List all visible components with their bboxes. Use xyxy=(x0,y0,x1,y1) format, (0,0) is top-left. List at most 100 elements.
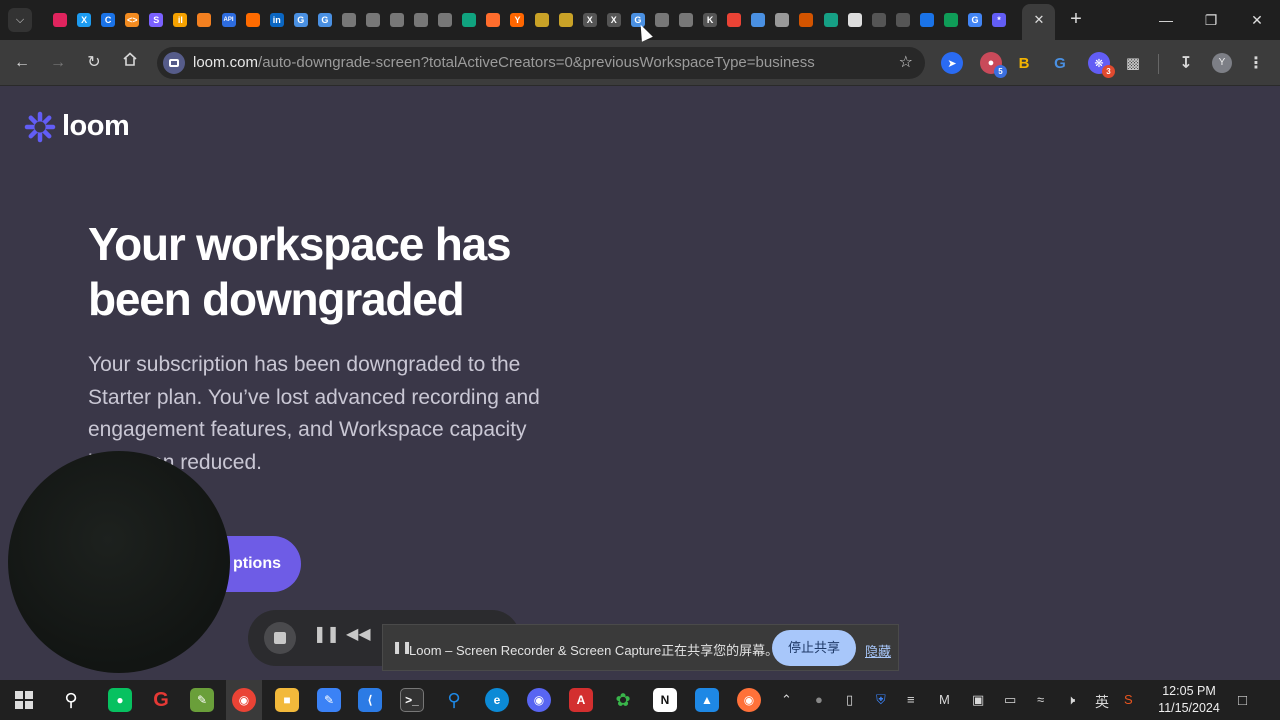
pinned-tab[interactable]: Y xyxy=(505,8,529,32)
stop-sharing-button[interactable]: 停止共享 xyxy=(772,630,856,666)
wifi-icon[interactable]: ≈ xyxy=(1037,692,1044,707)
pinned-tab[interactable]: * xyxy=(987,8,1011,32)
ime-indicator[interactable]: 英 xyxy=(1095,692,1109,712)
notion-icon[interactable]: N xyxy=(653,688,677,712)
extension-b-icon[interactable]: B xyxy=(1013,52,1035,74)
sogou-input-icon[interactable]: S xyxy=(1124,692,1133,707)
pinned-tab[interactable] xyxy=(385,8,409,32)
download-icon[interactable]: ↧ xyxy=(1175,52,1197,74)
pinned-tab[interactable] xyxy=(891,8,915,32)
pinned-tab[interactable] xyxy=(530,8,554,32)
windows-start-icon[interactable] xyxy=(12,688,36,712)
app-blue-icon[interactable]: ▲ xyxy=(695,688,719,712)
pinned-tab[interactable] xyxy=(241,8,265,32)
acrobat-icon[interactable]: A xyxy=(569,688,593,712)
pinned-tab[interactable] xyxy=(746,8,770,32)
loom-logo[interactable]: loom xyxy=(24,110,130,143)
search-app-icon[interactable]: ⚲ xyxy=(442,688,466,712)
address-bar[interactable]: loom.com/auto-downgrade-screen?totalActi… xyxy=(157,47,925,79)
pinned-tab[interactable] xyxy=(409,8,433,32)
pinned-tab[interactable]: C xyxy=(96,8,120,32)
vscode-icon[interactable]: ⟨ xyxy=(358,688,382,712)
pinned-tab[interactable] xyxy=(361,8,385,32)
screen-capture-icon[interactable]: ▣ xyxy=(972,692,984,708)
shield-icon[interactable]: ⛨ xyxy=(876,692,886,708)
settings-sliders-icon[interactable]: ≡ xyxy=(907,692,915,707)
pinned-tab[interactable] xyxy=(939,8,963,32)
new-tab-button[interactable]: + xyxy=(1064,8,1088,32)
pinned-tab[interactable] xyxy=(843,8,867,32)
site-info-icon[interactable] xyxy=(163,52,185,74)
pinned-tab[interactable] xyxy=(554,8,578,32)
pinned-tab[interactable]: X xyxy=(602,8,626,32)
pinned-tab[interactable]: G xyxy=(289,8,313,32)
search-icon[interactable]: ⚲ xyxy=(59,688,83,712)
firefox-icon[interactable]: ◉ xyxy=(737,688,761,712)
extension-compass-icon[interactable]: ➤ xyxy=(941,52,963,74)
pinned-tab[interactable] xyxy=(819,8,843,32)
battery-icon[interactable]: ▭ xyxy=(1004,692,1016,708)
minimize-button[interactable]: — xyxy=(1146,6,1186,34)
tray-chevron-up-icon[interactable]: ⌃ xyxy=(781,692,792,708)
reload-button[interactable]: ↻ xyxy=(82,51,106,75)
phone-icon[interactable]: ▯ xyxy=(846,692,853,708)
pinned-tab[interactable]: X xyxy=(72,8,96,32)
pinned-tab[interactable] xyxy=(915,8,939,32)
active-tab-loom[interactable]: ✕ xyxy=(1022,4,1055,40)
back-button[interactable]: ← xyxy=(10,51,34,75)
pinned-tab[interactable] xyxy=(650,8,674,32)
notification-icon[interactable]: □ xyxy=(1238,692,1247,709)
pinned-tab[interactable] xyxy=(481,8,505,32)
app-notepad-icon[interactable]: ✎ xyxy=(190,688,214,712)
bookmark-star-icon[interactable]: ☆ xyxy=(899,52,913,72)
pause-recording-button[interactable]: ❚❚ xyxy=(313,624,340,644)
edge-icon[interactable]: e xyxy=(485,688,509,712)
pinned-tab[interactable] xyxy=(674,8,698,32)
pinned-tab[interactable]: il xyxy=(168,8,192,32)
notes-icon[interactable]: ✎ xyxy=(317,688,341,712)
pinned-tab[interactable]: G xyxy=(313,8,337,32)
app-m-icon[interactable]: M xyxy=(939,692,950,707)
menu-kebab-icon[interactable]: ⋮ xyxy=(1245,52,1267,74)
taskbar-clock[interactable]: 12:05 PM 11/15/2024 xyxy=(1150,683,1228,717)
home-button[interactable] xyxy=(118,51,142,75)
chrome-taskbar-icon[interactable]: ◉ xyxy=(232,688,256,712)
tab-search-button[interactable]: ⌵ xyxy=(8,8,32,32)
pinned-tab[interactable] xyxy=(770,8,794,32)
mic-icon[interactable]: ● xyxy=(815,692,823,707)
pinned-tab[interactable]: in xyxy=(265,8,289,32)
pinned-tab[interactable] xyxy=(337,8,361,32)
pinned-tab[interactable] xyxy=(457,8,481,32)
volume-muted-icon[interactable]: 🕨 xyxy=(1067,692,1075,708)
pinned-tab[interactable]: API xyxy=(217,8,241,32)
forward-button[interactable]: → xyxy=(46,51,70,75)
pinned-tab[interactable] xyxy=(794,8,818,32)
pinned-tab[interactable]: X xyxy=(578,8,602,32)
camera-bubble[interactable] xyxy=(8,451,230,673)
extension-chat-icon[interactable]: ● 5 xyxy=(980,52,1007,78)
window-close-button[interactable]: ✕ xyxy=(1237,6,1277,34)
app-leaf-icon[interactable]: ✿ xyxy=(611,688,635,712)
pinned-tab[interactable] xyxy=(48,8,72,32)
pinned-tab[interactable]: K xyxy=(698,8,722,32)
stop-recording-button[interactable] xyxy=(264,622,296,654)
extensions-puzzle-icon[interactable]: ▩ xyxy=(1122,52,1144,74)
hide-share-bar-link[interactable]: 隐藏 xyxy=(865,641,891,660)
pinned-tab[interactable]: S xyxy=(144,8,168,32)
discord-icon[interactable]: ◉ xyxy=(527,688,551,712)
pinned-tab[interactable] xyxy=(722,8,746,32)
extension-loom-icon[interactable]: ❋ 3 xyxy=(1088,52,1115,78)
file-explorer-icon[interactable]: ■ xyxy=(275,688,299,712)
pinned-tab[interactable] xyxy=(867,8,891,32)
pinned-tab[interactable] xyxy=(433,8,457,32)
wechat-icon[interactable]: ● xyxy=(108,688,132,712)
app-g-icon[interactable]: G xyxy=(149,688,173,712)
pinned-tab[interactable]: <> xyxy=(120,8,144,32)
terminal-icon[interactable]: >_ xyxy=(400,688,424,712)
pinned-tab[interactable]: G xyxy=(963,8,987,32)
close-tab-icon[interactable]: ✕ xyxy=(1031,12,1047,28)
profile-avatar[interactable]: Y xyxy=(1212,53,1232,73)
restore-button[interactable]: ❐ xyxy=(1191,6,1231,34)
rewind-recording-button[interactable]: ◀◀ xyxy=(346,624,371,644)
pinned-tab[interactable] xyxy=(192,8,216,32)
